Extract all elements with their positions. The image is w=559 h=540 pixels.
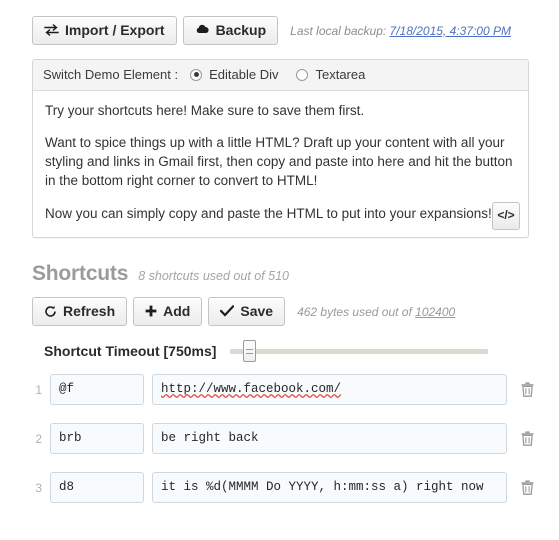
row-number: 1 [35, 382, 42, 397]
radio-option-textarea[interactable]: Textarea [296, 67, 365, 82]
backup-label: Backup [215, 22, 267, 38]
last-backup-time-link[interactable]: 7/18/2015, 4:37:00 PM [390, 24, 511, 38]
last-backup-prefix: Last local backup: [290, 23, 387, 38]
import-export-button[interactable]: Import / Export [32, 16, 177, 45]
cloud-upload-icon [195, 24, 210, 36]
table-row: 3 d8 it is %d(MMMM Do YYYY, h:mm:ss a) r… [0, 472, 559, 503]
demo-editable-div[interactable]: Try your shortcuts here! Make sure to sa… [33, 91, 528, 237]
shortcuts-usage-note: 8 shortcuts used out of 510 [138, 269, 290, 283]
add-button[interactable]: Add [133, 297, 203, 326]
trash-icon [521, 431, 533, 446]
delete-row-button[interactable] [513, 382, 541, 397]
shortcut-key-input[interactable]: @f [50, 374, 144, 405]
switch-demo-element-label: Switch Demo Element : [43, 67, 179, 82]
shortcuts-toolbar: Refresh Add Save 462 bytes used out of 1… [32, 297, 559, 326]
shortcut-rows: 1 @f http://www.facebook.com/ 2 brb be r… [0, 374, 559, 503]
shortcut-timeout-label: Shortcut Timeout [750ms] [44, 343, 217, 359]
radio-icon-textarea [296, 68, 309, 81]
add-label: Add [163, 303, 191, 319]
bytes-usage-prefix: 462 bytes used out of [297, 304, 412, 319]
shortcut-timeout-row: Shortcut Timeout [750ms] [44, 340, 559, 362]
save-label: Save [240, 303, 274, 319]
row-number: 2 [35, 431, 42, 446]
refresh-button[interactable]: Refresh [32, 297, 128, 326]
shortcut-timeout-slider[interactable] [230, 340, 489, 362]
import-export-label: Import / Export [65, 22, 165, 38]
convert-to-html-button[interactable]: </> [492, 202, 520, 230]
shortcuts-section-header: Shortcuts 8 shortcuts used out of 510 [32, 262, 559, 286]
table-row: 2 brb be right back [0, 423, 559, 454]
shortcut-key-input[interactable]: d8 [50, 472, 144, 503]
radio-option-editable-div[interactable]: Editable Div [190, 67, 278, 82]
check-icon [220, 305, 235, 317]
demo-paragraph-1: Try your shortcuts here! Make sure to sa… [45, 103, 365, 118]
slider-track [230, 348, 489, 354]
code-brackets-icon: </> [497, 208, 515, 223]
delete-row-button[interactable] [513, 431, 541, 446]
shortcut-key-input[interactable]: brb [50, 423, 144, 454]
save-button[interactable]: Save [208, 297, 286, 326]
shortcut-value-input[interactable]: be right back [152, 423, 507, 454]
shortcut-value-input[interactable]: http://www.facebook.com/ [152, 374, 507, 405]
last-backup-note: Last local backup: 7/18/2015, 4:37:00 PM [290, 24, 511, 38]
bytes-total-link[interactable]: 102400 [415, 305, 455, 319]
bytes-usage-note: 462 bytes used out of 102400 [297, 305, 455, 319]
demo-element-panel: Switch Demo Element : Editable Div Texta… [32, 59, 529, 238]
radio-label-editable-div: Editable Div [209, 67, 279, 82]
delete-row-button[interactable] [513, 480, 541, 495]
radio-icon-editable-div [190, 68, 203, 81]
radio-label-textarea: Textarea [315, 67, 366, 82]
shortcut-value-input[interactable]: it is %d(MMMM Do YYYY, h:mm:ss a) right … [152, 472, 507, 503]
backup-button[interactable]: Backup [182, 16, 279, 45]
refresh-label: Refresh [63, 303, 116, 319]
page-title: Shortcuts [32, 262, 129, 285]
trash-icon [521, 480, 533, 495]
refresh-icon [44, 305, 57, 318]
table-row: 1 @f http://www.facebook.com/ [0, 374, 559, 405]
demo-panel-header: Switch Demo Element : Editable Div Texta… [33, 60, 528, 91]
top-toolbar: Import / Export Backup Last local backup… [0, 0, 559, 45]
demo-paragraph-3: Now you can simply copy and paste the HT… [45, 205, 492, 221]
slider-thumb[interactable] [243, 340, 257, 362]
row-number: 3 [35, 480, 42, 495]
trash-icon [521, 382, 533, 397]
demo-paragraph-2: Want to spice things up with a little HT… [45, 135, 513, 189]
plus-icon [145, 305, 157, 317]
transfer-arrows-icon [44, 24, 59, 36]
